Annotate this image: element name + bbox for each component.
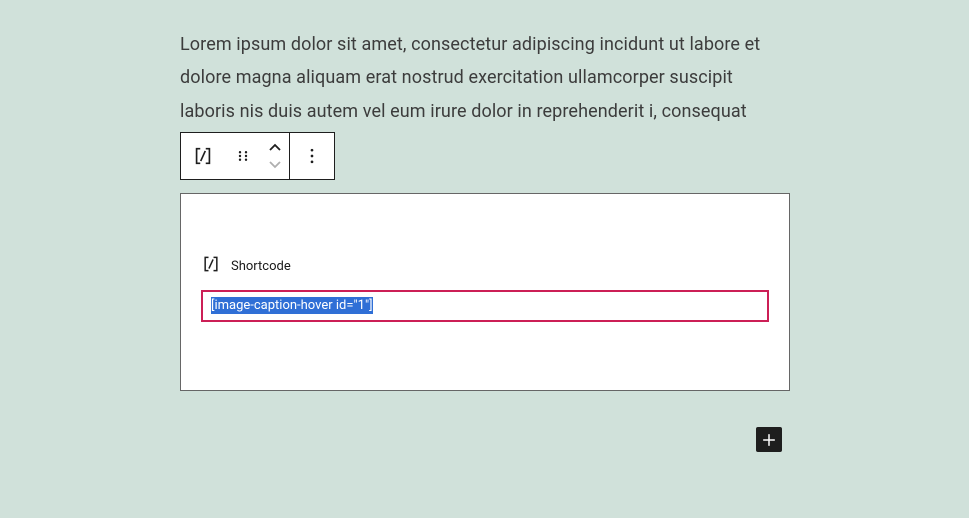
shortcode-input[interactable]: [image-caption-hover id="1"] <box>201 290 769 322</box>
shortcode-icon <box>201 254 221 278</box>
move-down-button <box>261 156 289 172</box>
plus-icon <box>759 430 779 450</box>
block-label: Shortcode <box>231 259 291 274</box>
move-controls <box>261 133 289 179</box>
move-up-button[interactable] <box>261 140 289 156</box>
drag-handle[interactable] <box>225 133 261 179</box>
block-header: Shortcode <box>201 254 769 278</box>
block-toolbar <box>180 132 335 180</box>
shortcode-block[interactable]: Shortcode [image-caption-hover id="1"] <box>180 193 790 391</box>
more-options-button[interactable] <box>290 133 334 179</box>
block-type-button[interactable] <box>181 133 225 179</box>
add-block-button[interactable] <box>756 427 782 452</box>
